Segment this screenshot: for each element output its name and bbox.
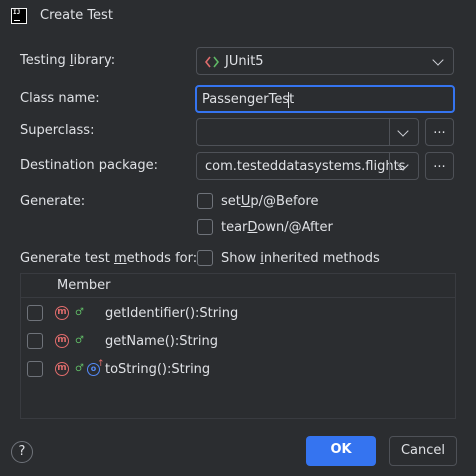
- member-name: getIdentifier():String: [105, 306, 239, 321]
- text-caret: [288, 92, 289, 108]
- chevron-down-icon: [432, 54, 444, 66]
- destination-package-combobox[interactable]: com.testeddatasystems.flights: [196, 152, 419, 180]
- chevron-down-icon[interactable]: [397, 125, 409, 137]
- setup-label[interactable]: setUp/@Before: [221, 194, 319, 210]
- members-table: Member m ♂ getIdentifier():String m ♂ ge…: [20, 273, 456, 419]
- destination-package-browse-button[interactable]: ...: [425, 152, 454, 180]
- class-name-input[interactable]: PassengerTest: [195, 85, 455, 113]
- override-arrow-icon: ↑: [97, 359, 105, 369]
- teardown-label[interactable]: tearDown/@After: [221, 220, 333, 236]
- member-name: getName():String: [105, 334, 219, 349]
- method-icon: m: [55, 334, 69, 348]
- generate-label: Generate:: [20, 194, 86, 209]
- table-row[interactable]: m ♂ getName():String: [21, 330, 455, 354]
- destination-package-value: com.testeddatasystems.flights: [205, 159, 406, 174]
- superclass-label: Superclass:: [20, 123, 95, 138]
- intellij-app-icon: IJ: [11, 8, 27, 24]
- class-name-label: Class name:: [20, 91, 100, 106]
- table-header: Member: [21, 274, 455, 298]
- cancel-button[interactable]: Cancel: [389, 436, 457, 466]
- teardown-checkbox[interactable]: [197, 219, 213, 235]
- title-bar: IJ Create Test: [0, 0, 476, 32]
- member-name: toString():String: [105, 362, 211, 377]
- setup-checkbox[interactable]: [197, 193, 213, 209]
- method-icon: m: [55, 306, 69, 320]
- superclass-combobox[interactable]: [196, 118, 419, 146]
- testing-library-label: Testing library:: [20, 53, 116, 68]
- show-inherited-label[interactable]: Show inherited methods: [221, 251, 380, 267]
- public-icon: ♂: [75, 307, 84, 318]
- testing-library-dropdown[interactable]: JUnit5: [196, 47, 454, 75]
- junit-icon: [205, 56, 219, 68]
- show-inherited-checkbox[interactable]: [197, 250, 213, 266]
- member-column-header: Member: [57, 278, 111, 293]
- table-row[interactable]: m ♂ getIdentifier():String: [21, 302, 455, 326]
- member-checkbox[interactable]: [27, 361, 43, 377]
- table-row[interactable]: m ♂ o ↑ toString():String: [21, 358, 455, 382]
- ok-button[interactable]: OK: [306, 436, 376, 466]
- dialog-title: Create Test: [40, 8, 113, 23]
- test-methods-label: Generate test methods for:: [20, 251, 198, 266]
- public-icon: ♂: [75, 363, 84, 374]
- help-button[interactable]: ?: [11, 441, 33, 463]
- class-name-value: PassengerTest: [202, 92, 295, 107]
- public-icon: ♂: [75, 335, 84, 346]
- testing-library-value: JUnit5: [225, 54, 264, 69]
- destination-package-label: Destination package:: [20, 158, 158, 173]
- method-icon: m: [55, 362, 69, 376]
- member-checkbox[interactable]: [27, 333, 43, 349]
- superclass-browse-button[interactable]: ...: [425, 118, 454, 146]
- member-checkbox[interactable]: [27, 305, 43, 321]
